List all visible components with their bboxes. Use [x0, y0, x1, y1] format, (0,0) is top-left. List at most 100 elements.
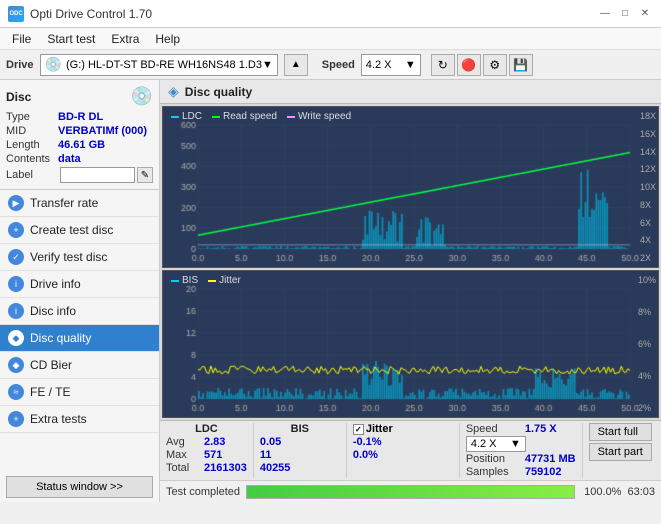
ldc-legend-dot [171, 116, 179, 118]
bis-avg-value: 0.05 [260, 436, 281, 448]
sidebar-item-disc-quality[interactable]: ◆ Disc quality [0, 325, 159, 352]
start-full-button[interactable]: Start full [589, 423, 652, 441]
menu-file[interactable]: File [4, 30, 39, 48]
chart2-y-axis-right: 10% 8% 6% 4% 2% [638, 271, 656, 417]
read-speed-legend-dot [212, 116, 220, 118]
extra-tests-icon: + [8, 411, 24, 427]
legend-ldc: LDC [171, 111, 202, 122]
contents-label: Contents [6, 153, 58, 165]
write-speed-legend-label: Write speed [298, 111, 351, 122]
menu-help[interactable]: Help [147, 30, 188, 48]
save-icon-button[interactable]: 💾 [509, 54, 533, 76]
jitter-checkbox[interactable]: ✓ [353, 424, 364, 435]
refresh-icon-button[interactable]: ↻ [431, 54, 455, 76]
sidebar-item-extra-tests[interactable]: + Extra tests [0, 406, 159, 433]
jitter-max-row: 0.0% [353, 449, 453, 461]
sidebar-item-label-drive-info: Drive info [30, 277, 81, 291]
sidebar-item-transfer-rate[interactable]: ▶ Transfer rate [0, 190, 159, 217]
read-speed-legend-label: Read speed [223, 111, 277, 122]
chart1-canvas [163, 107, 658, 267]
avg-label: Avg [166, 436, 204, 448]
legend-jitter: Jitter [208, 275, 241, 286]
drive-selector[interactable]: 💿 (G:) HL-DT-ST BD-RE WH16NS48 1.D3 ▼ [40, 54, 278, 76]
burn-icon-button[interactable]: 🔴 [457, 54, 481, 76]
content-title: Disc quality [185, 85, 252, 99]
chart2-canvas [163, 271, 658, 417]
progress-bar-container [246, 485, 575, 499]
speed-info-col: Speed 1.75 X 4.2 X▼ Position 47731 MB Sa… [466, 423, 576, 478]
close-button[interactable]: ✕ [637, 6, 653, 22]
menu-extra[interactable]: Extra [103, 30, 147, 48]
speed-stat-label: Speed [466, 423, 521, 435]
ldc-total-value: 2161303 [204, 462, 247, 474]
bis-stats-col: BIS 0.05 11 40255 [260, 423, 340, 478]
eject-button[interactable]: ▲ [284, 54, 308, 76]
sidebar-item-create-test-disc[interactable]: + Create test disc [0, 217, 159, 244]
jitter-checkbox-row: ✓ Jitter [353, 423, 453, 435]
menu-start-test[interactable]: Start test [39, 30, 103, 48]
label-input[interactable] [60, 167, 135, 183]
sidebar-item-drive-info[interactable]: i Drive info [0, 271, 159, 298]
position-value: 47731 MB [525, 453, 576, 465]
maximize-button[interactable]: □ [617, 6, 633, 22]
sidebar-item-verify-test-disc[interactable]: ✓ Verify test disc [0, 244, 159, 271]
fe-te-icon: ≈ [8, 384, 24, 400]
disc-quality-icon: ◆ [8, 330, 24, 346]
label-label: Label [6, 169, 58, 181]
progress-area: Test completed 100.0% 63:03 [160, 480, 661, 502]
jitter-max-value: 0.0% [353, 449, 378, 461]
ldc-stats-col: LDC Avg 2.83 Max 571 Total 2161303 [166, 423, 247, 478]
jitter-header: Jitter [366, 423, 393, 435]
bis-avg-row: 0.05 [260, 436, 340, 448]
ldc-max-value: 571 [204, 449, 222, 461]
position-label: Position [466, 453, 521, 465]
speed-selector[interactable]: 4.2 X▼ [361, 54, 421, 76]
sidebar-item-disc-info[interactable]: i Disc info [0, 298, 159, 325]
contents-value: data [58, 153, 81, 165]
mid-value: VERBATIMf (000) [58, 125, 147, 137]
settings-icon-button[interactable]: ⚙ [483, 54, 507, 76]
legend-write-speed: Write speed [287, 111, 351, 122]
speed-stat-value: 1.75 X [525, 423, 557, 435]
disc-length-row: Length 46.61 GB [6, 139, 153, 151]
length-label: Length [6, 139, 58, 151]
toolbar-icons: ↻ 🔴 ⚙ 💾 [431, 54, 533, 76]
title-controls: — □ ✕ [597, 6, 653, 22]
menu-bar: File Start test Extra Help [0, 28, 661, 50]
title-bar: ODC Opti Drive Control 1.70 — □ ✕ [0, 0, 661, 28]
speed-stats-selector[interactable]: 4.2 X▼ [466, 436, 526, 452]
transfer-rate-icon: ▶ [8, 195, 24, 211]
app-icon: ODC [8, 6, 24, 22]
speed-row: Speed 1.75 X [466, 423, 576, 435]
charts-area: LDC Read speed Write speed 18X 16X 14X [160, 104, 661, 420]
sidebar-menu: ▶ Transfer rate + Create test disc ✓ Ver… [0, 190, 159, 472]
write-speed-legend-dot [287, 116, 295, 118]
content-header: ◈ Disc quality [160, 80, 661, 104]
bis-max-row: 11 [260, 449, 340, 461]
samples-label: Samples [466, 466, 521, 478]
sidebar-item-fe-te[interactable]: ≈ FE / TE [0, 379, 159, 406]
disc-label-row: Label ✎ [6, 167, 153, 183]
progress-timer: 63:03 [627, 486, 655, 498]
stats-bar: LDC Avg 2.83 Max 571 Total 2161303 BIS [160, 420, 661, 480]
type-value: BD-R DL [58, 111, 103, 123]
ldc-avg-value: 2.83 [204, 436, 225, 448]
ldc-legend-label: LDC [182, 111, 202, 122]
legend-read-speed: Read speed [212, 111, 277, 122]
minimize-button[interactable]: — [597, 6, 613, 22]
samples-row: Samples 759102 [466, 466, 576, 478]
start-part-button[interactable]: Start part [589, 443, 652, 461]
sidebar-item-label-disc-quality: Disc quality [30, 331, 91, 345]
bis-total-value: 40255 [260, 462, 291, 474]
start-buttons: Start full Start part [589, 423, 652, 478]
drive-label: Drive [6, 59, 34, 71]
length-value: 46.61 GB [58, 139, 105, 151]
sidebar-item-label-verify: Verify test disc [30, 250, 107, 264]
status-window-button[interactable]: Status window >> [6, 476, 153, 498]
label-edit-button[interactable]: ✎ [137, 167, 153, 183]
progress-percent: 100.0% [581, 486, 621, 498]
ldc-max-row: Max 571 [166, 449, 247, 461]
chart1-container: LDC Read speed Write speed 18X 16X 14X [162, 106, 659, 268]
sidebar-item-label-cd-bier: CD Bier [30, 358, 72, 372]
sidebar-item-cd-bier[interactable]: ◆ CD Bier [0, 352, 159, 379]
